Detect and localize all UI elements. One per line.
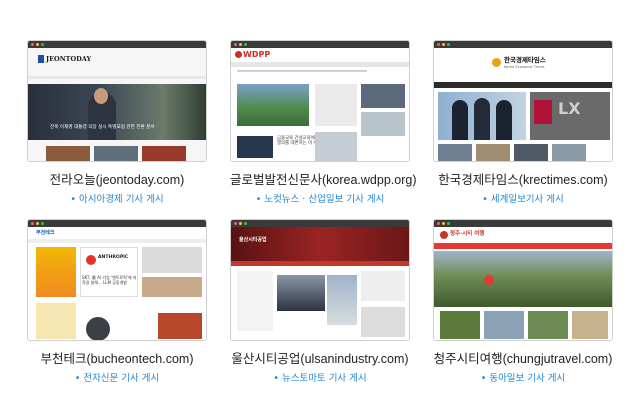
hero-photo [28,84,206,140]
site-logo: 청주·시티 여행 [450,231,485,237]
browser-titlebar [28,220,206,227]
brand-label: ANTHROPIC [98,255,129,260]
site-name: 청주시티여행(chungjutravel.com) [433,352,613,366]
browser-titlebar [434,41,612,48]
site-logo: JEONTODAY [46,55,92,63]
site-logo: 한국경제타임스 [504,56,546,64]
browser-titlebar [28,41,206,48]
header-banner [231,227,409,261]
logo-mark-icon [235,51,242,58]
site-name: 글로벌발전신문사(korea.wdpp.org) [230,173,417,187]
browser-titlebar [231,41,409,48]
site-name: 한국경제타임스(krectimes.com) [438,173,608,187]
source-note: • 노컷뉴스 · 산업일보 기사 게시 [255,194,385,205]
logo-mark-icon [38,55,44,63]
browser-titlebar [231,220,409,227]
source-note: • 뉴스토마토 기사 게시 [273,373,367,384]
hero-headline: 전북 이재명 대통령 의장 실시 특별포럼 관한 전환 분서 [50,125,155,130]
site-screenshot-5[interactable]: 울산시티공업 [230,219,410,341]
hero-photo [237,84,309,126]
source-note: • 아시아경제 기사 게시 [70,194,164,205]
site-screenshot-4[interactable]: 부천테크 ANTHROPIC SKT, 美 AI 기업 '앤트로픽'에 저작권 … [27,219,207,341]
browser-titlebar [434,220,612,227]
source-note: • 동아일보 기사 게시 [480,373,566,384]
logo-mark-icon [492,58,501,67]
site-logo: WDPP [243,50,271,59]
site-card-4[interactable]: 부천테크 ANTHROPIC SKT, 美 AI 기업 '앤트로픽'에 저작권 … [27,219,207,384]
site-card-5[interactable]: 울산시티공업 울산시티공업(ulsanindustry.com) • 뉴스토마토… [230,219,410,384]
site-screenshot-3[interactable]: 한국경제타임스 Korea Economic Times LX [433,40,613,162]
site-screenshot-2[interactable]: WDPP 금융교육 건설교육에 주도하는 열의를 대변하는 이 세계화 [230,40,410,162]
site-logo-sub: Korea Economic Times [504,65,545,69]
site-card-2[interactable]: WDPP 금융교육 건설교육에 주도하는 열의를 대변하는 이 세계화 글로벌발… [230,40,417,205]
lx-sign: LX [558,99,581,118]
site-name: 전라오늘(jeontoday.com) [49,173,185,187]
source-note: • 전자신문 기사 게시 [74,373,160,384]
site-card-1[interactable]: JEONTODAY 전북 이재명 대통령 의장 실시 특별포럼 관한 전환 분서… [27,40,207,205]
ad-banner [36,247,76,297]
hero-photo [434,251,612,307]
site-screenshot-1[interactable]: JEONTODAY 전북 이재명 대통령 의장 실시 특별포럼 관한 전환 분서 [27,40,207,162]
site-logo: 부천테크 [36,230,55,236]
site-screenshot-6[interactable]: 청주·시티 여행 [433,219,613,341]
site-card-6[interactable]: 청주·시티 여행 청주시티여행(chungjutravel.com) • 동아일… [433,219,613,384]
site-name: 부천테크(bucheontech.com) [40,352,194,366]
site-name: 울산시티공업(ulsanindustry.com) [231,352,409,366]
logo-mark-icon [440,231,448,239]
article-headline: SKT, 美 AI 기업 '앤트로픽'에 저작권 침해... LLM 공동개발 [82,275,137,285]
site-card-3[interactable]: 한국경제타임스 Korea Economic Times LX 한국경제타임스(… [433,40,613,205]
hero-photo [277,275,325,311]
source-note: • 세계일보기사 게시 [482,194,564,205]
site-logo: 울산시티공업 [239,237,267,243]
